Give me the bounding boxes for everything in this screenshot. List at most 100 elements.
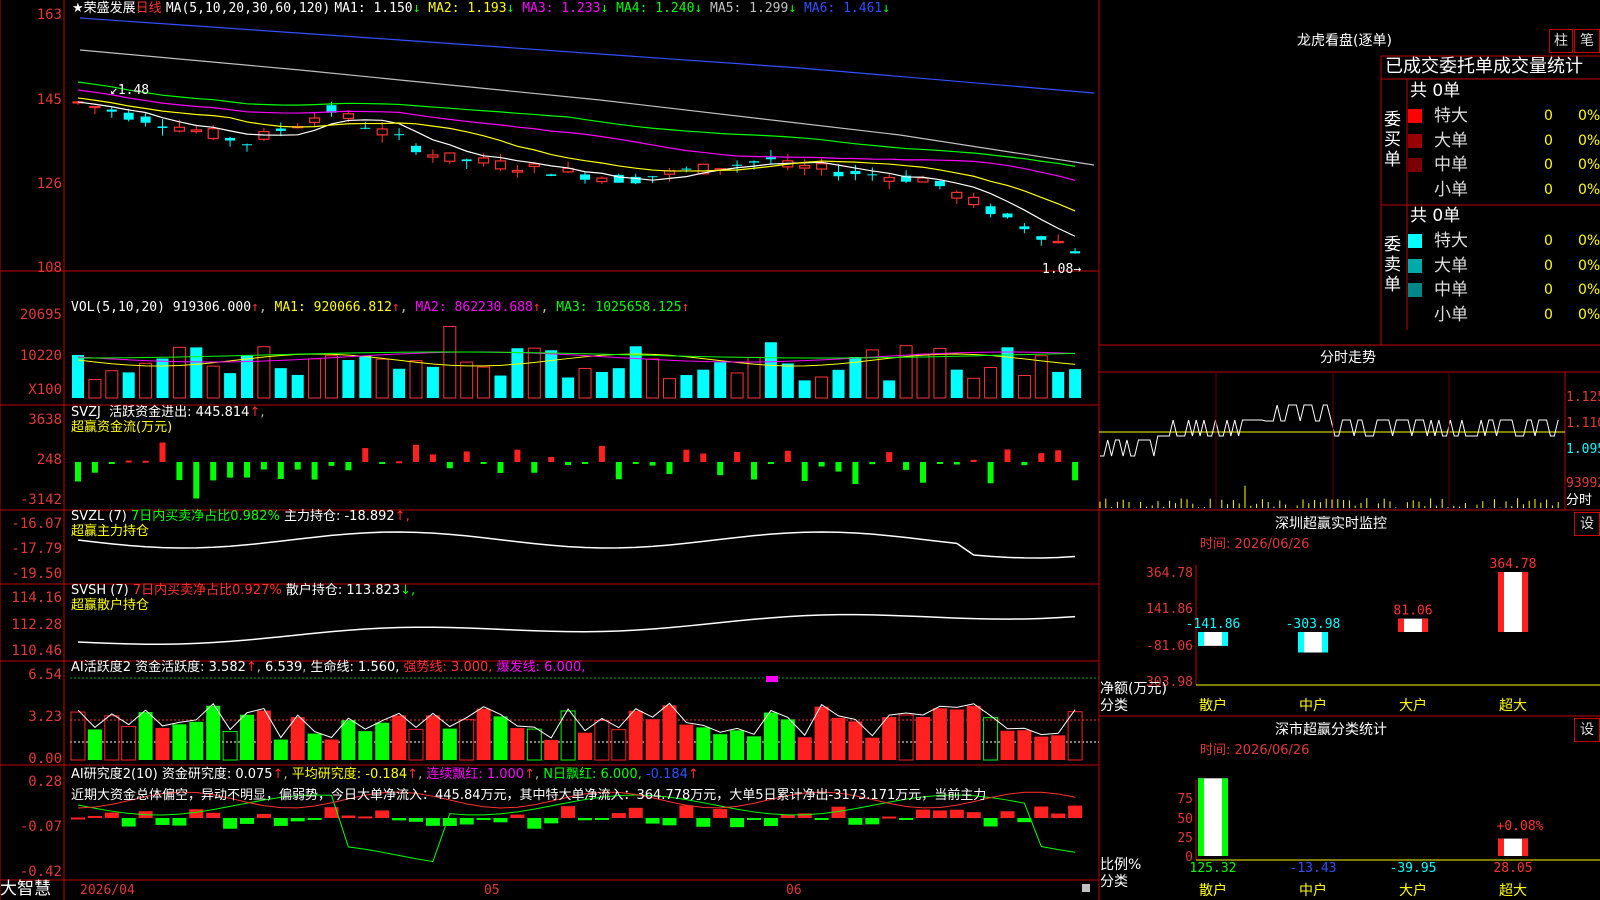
x-tick: 05 [484,883,500,898]
candle-up [494,160,507,170]
sz-monitor-value: 364.78 [1490,557,1537,572]
sz-monitor-settings-button[interactable]: 设 [1574,512,1600,536]
ma1-line [77,101,1076,237]
research-bar [628,807,643,818]
sz-monitor-category: 超大 [1499,698,1527,714]
vol-bar-up [477,366,491,399]
y-tick: 248 [36,452,62,468]
y-tick: 108 [36,260,62,276]
svzj-bar [852,462,859,484]
research-bar [747,818,761,820]
ai-research-note: 近期大资金总体偏空，异动不明显，偏弱势，今日大单净流入：445.84万元，其中特… [71,788,987,803]
activity-bar [121,726,137,761]
vol-bar-up [206,365,220,399]
sz-class-value: 125.32 [1190,861,1237,876]
vol-bar-up [460,361,474,399]
research-bar [71,817,85,820]
vol-bar-down [224,373,237,398]
order-count: 0 [1544,132,1553,149]
lock-icon[interactable] [1082,884,1090,892]
vol-bar-up [967,377,981,399]
candle-up [376,128,388,136]
dragon-tiger-title: 龙虎看盘(逐单) [1297,33,1392,49]
vol-bar-up [1017,374,1031,399]
research-bar [865,818,880,825]
color-swatch [1408,307,1422,322]
candle-down [833,171,844,177]
activity-bar [594,719,610,761]
buy-total: 共 0单 [1410,81,1461,101]
candle-up [799,164,811,169]
ma3-line [77,89,1076,181]
activity-bar [1067,711,1083,761]
vol-bar-up [308,358,322,399]
sz-class-settings-button[interactable]: 设 [1574,718,1600,742]
activity-bar [358,731,373,760]
chart-canvas[interactable]: 364.78141.86-81.06-303.98-141.86散户-303.9… [0,0,1600,900]
order-count: 0 [1544,157,1553,173]
activity-bar [1051,735,1066,760]
sz-class-ylabel: 比例% [1100,857,1142,873]
research-bar [206,812,221,818]
candle-down [681,168,692,170]
high-price-label: ↙1.48 [110,83,150,98]
vol-bar-down [612,368,625,398]
candle-down [411,145,421,153]
stock-name[interactable]: 荣盛发展 [84,1,136,16]
svzl-sub: 超赢主力持仓 [71,524,150,539]
svzj-bar [244,462,250,478]
vol-bar-down [494,375,507,398]
sz-class-bar-edge [1498,838,1504,856]
activity-bar [408,728,424,761]
svzj-bar [1055,450,1062,462]
svzj-bar [108,462,115,464]
order-row-小单: 小单 0 0% [1408,178,1600,202]
bar-mode-button[interactable]: 柱 [1549,29,1573,53]
vol-bar-up [88,378,102,399]
svzj-header: SVZJ 活跃资金进出: 445.814↑, [71,405,265,420]
activity-bar [459,719,475,761]
vol-bar-down [545,350,558,398]
svzj-bar [379,462,386,464]
research-bar [375,810,390,818]
candle-up [883,176,895,182]
vol-bar-up [172,346,186,399]
svzj-bar [227,462,234,478]
order-pct: 0% [1578,181,1600,198]
dragon-tiger-tabs[interactable]: 已成交委托单成交量统计 [1385,56,1600,78]
candle-down [732,164,743,166]
activity-bar [290,717,305,760]
research-bar [916,809,930,818]
candle-up [1052,240,1064,244]
svzj-bar [193,462,200,499]
svzj-bar [159,442,166,462]
y-tick: 0.28 [28,774,62,790]
research-bar [713,808,728,818]
svzj-bar [514,449,521,462]
svzj-bar [480,462,487,464]
candle-up [917,177,929,183]
candle-down [394,134,405,136]
intraday-y-tick: 1.125 [1566,390,1600,405]
ma-value-2: MA2: 1.193 [420,1,507,16]
vol-bar-up [815,376,829,399]
color-swatch [1408,182,1422,197]
candle-down [242,144,252,146]
svzj-bar [413,444,419,462]
research-bar [949,809,964,818]
svzj-bar [345,462,352,471]
svzj-bar [277,462,284,480]
tick-mode-button[interactable]: 笔 [1574,29,1600,53]
period-label[interactable]: 日线 [136,1,162,16]
star-icon[interactable]: ★ [72,1,84,16]
vol-bar-down [697,369,710,398]
candle-down [1070,251,1081,254]
svzj-bar [142,460,149,463]
research-bar [544,818,559,824]
activity-bar [256,710,271,760]
vol-bar-up [984,367,998,399]
research-bar [442,818,457,826]
candle-down [580,174,590,180]
activity-bar [865,737,880,760]
vol-bar-up [1034,355,1048,399]
